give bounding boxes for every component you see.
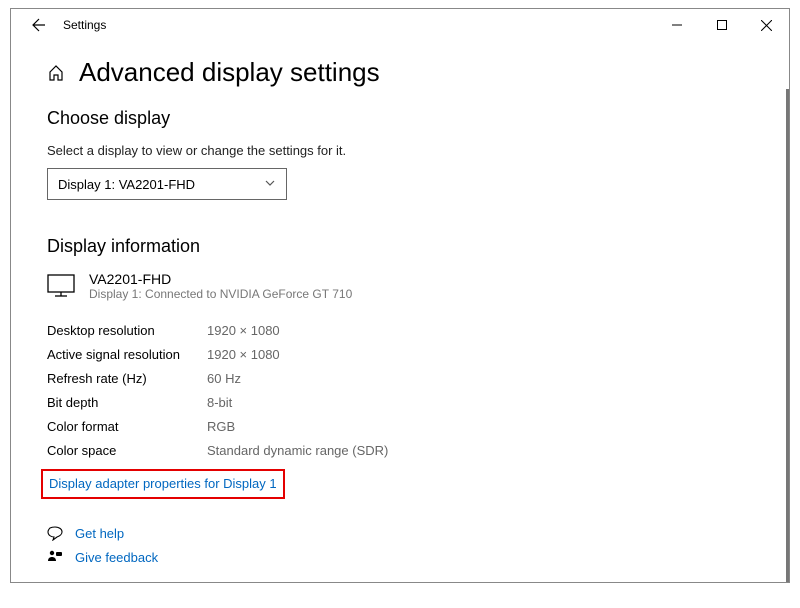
home-button[interactable] (47, 64, 65, 82)
back-arrow-icon (31, 17, 47, 33)
page-title: Advanced display settings (79, 57, 380, 88)
scrollbar-thumb[interactable] (786, 89, 789, 582)
title-bar: Settings (11, 9, 789, 41)
info-label: Active signal resolution (47, 343, 207, 367)
highlight-annotation: Display adapter properties for Display 1 (41, 469, 285, 499)
scrollbar[interactable] (785, 89, 789, 582)
info-value: 60 Hz (207, 367, 241, 391)
close-icon (761, 20, 772, 31)
minimize-button[interactable] (654, 10, 699, 40)
info-row: Active signal resolution 1920 × 1080 (47, 343, 753, 367)
maximize-button[interactable] (699, 10, 744, 40)
minimize-icon (672, 20, 682, 30)
display-adapter-properties-link[interactable]: Display adapter properties for Display 1 (49, 476, 277, 491)
settings-window: Settings (10, 8, 790, 583)
info-label: Color space (47, 439, 207, 463)
info-value: 8-bit (207, 391, 232, 415)
page-header: Advanced display settings (47, 57, 753, 88)
monitor-name: VA2201-FHD (89, 271, 352, 287)
info-label: Bit depth (47, 391, 207, 415)
info-value: 1920 × 1080 (207, 343, 280, 367)
monitor-connection: Display 1: Connected to NVIDIA GeForce G… (89, 287, 352, 301)
feedback-icon (47, 549, 63, 565)
window-controls (654, 10, 789, 40)
give-feedback-link[interactable]: Give feedback (75, 550, 158, 565)
choose-display-heading: Choose display (47, 108, 753, 129)
get-help-link[interactable]: Get help (75, 526, 124, 541)
info-value: 1920 × 1080 (207, 319, 280, 343)
info-row: Color space Standard dynamic range (SDR) (47, 439, 753, 463)
display-info-table: Desktop resolution 1920 × 1080 Active si… (47, 319, 753, 463)
back-button[interactable] (27, 13, 51, 37)
info-label: Color format (47, 415, 207, 439)
display-information-heading: Display information (47, 236, 753, 257)
info-value: RGB (207, 415, 235, 439)
info-row: Color format RGB (47, 415, 753, 439)
display-select-value: Display 1: VA2201-FHD (58, 177, 195, 192)
info-row: Desktop resolution 1920 × 1080 (47, 319, 753, 343)
content-area: Advanced display settings Choose display… (11, 41, 789, 565)
close-button[interactable] (744, 10, 789, 40)
info-label: Refresh rate (Hz) (47, 367, 207, 391)
info-row: Refresh rate (Hz) 60 Hz (47, 367, 753, 391)
help-icon (47, 525, 63, 541)
display-select[interactable]: Display 1: VA2201-FHD (47, 168, 287, 200)
info-value: Standard dynamic range (SDR) (207, 439, 388, 463)
footer-links: Get help Give feedback (47, 525, 753, 565)
window-title: Settings (63, 18, 106, 32)
home-icon (47, 64, 65, 82)
chevron-down-icon (264, 177, 276, 192)
maximize-icon (717, 20, 727, 30)
info-label: Desktop resolution (47, 319, 207, 343)
monitor-summary: VA2201-FHD Display 1: Connected to NVIDI… (47, 271, 753, 301)
give-feedback-row: Give feedback (47, 549, 753, 565)
info-row: Bit depth 8-bit (47, 391, 753, 415)
monitor-icon (47, 274, 75, 298)
choose-display-hint: Select a display to view or change the s… (47, 143, 753, 158)
get-help-row: Get help (47, 525, 753, 541)
